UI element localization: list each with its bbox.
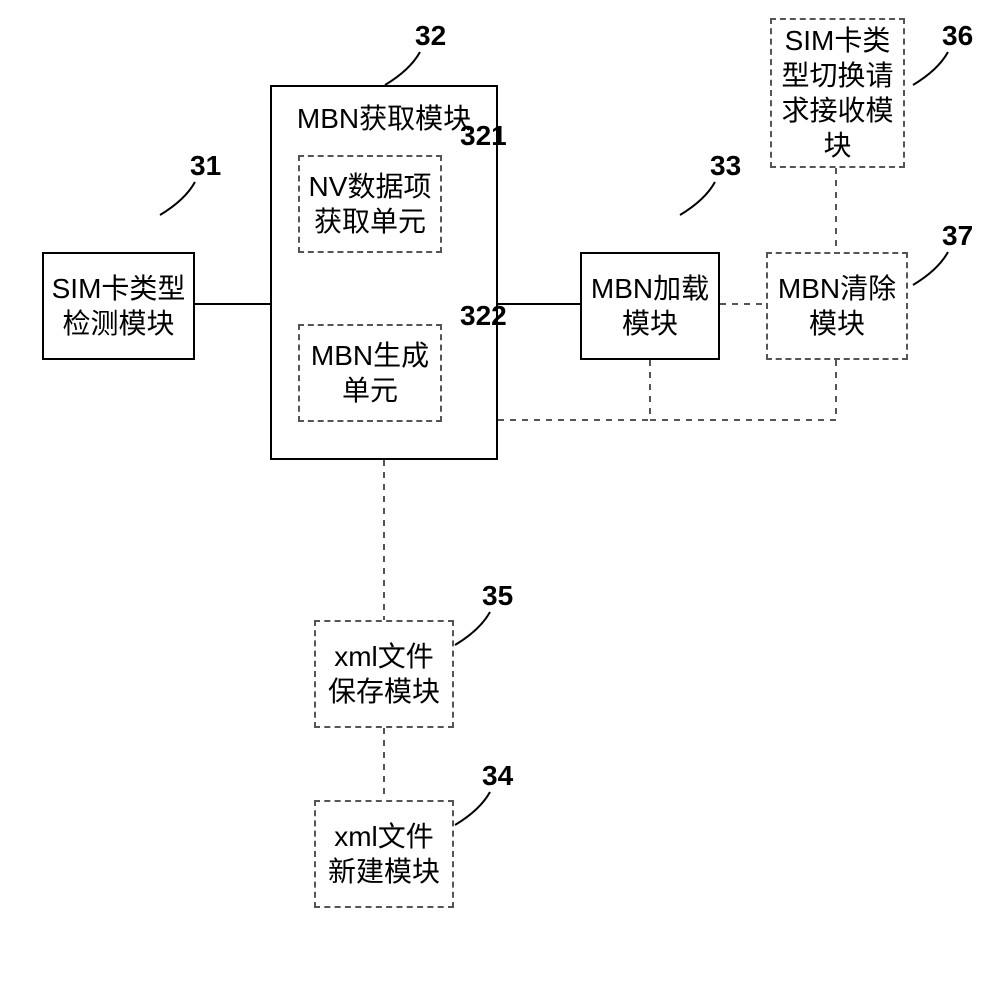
box-xml-new: xml文件新建模块	[314, 800, 454, 908]
box-xml-save-label: xml文件保存模块	[328, 639, 440, 709]
box-sim-switch-req: SIM卡类型切换请求接收模块	[770, 18, 905, 168]
box-mbn-clear-label: MBN清除模块	[778, 271, 896, 341]
leader-34: 34	[482, 760, 513, 792]
leader-31: 31	[190, 150, 221, 182]
leader-33: 33	[710, 150, 741, 182]
leader-32: 32	[415, 20, 446, 52]
diagram-canvas: SIM卡类型检测模块 31 MBN获取模块 32 NV数据项获取单元 321 M…	[0, 0, 1000, 987]
box-mbn-gen-unit-label: MBN生成单元	[311, 338, 429, 408]
leader-321: 321	[460, 120, 507, 152]
box-sim-switch-req-label: SIM卡类型切换请求接收模块	[781, 23, 893, 163]
box-mbn-clear: MBN清除模块	[766, 252, 908, 360]
box-sim-type-detect-label: SIM卡类型检测模块	[52, 271, 186, 341]
box-mbn-gen-unit: MBN生成单元	[298, 324, 442, 422]
box-nv-data-unit-label: NV数据项获取单元	[309, 169, 432, 239]
leader-37: 37	[942, 220, 973, 252]
box-xml-save: xml文件保存模块	[314, 620, 454, 728]
box-mbn-load: MBN加载模块	[580, 252, 720, 360]
leader-322: 322	[460, 300, 507, 332]
box-mbn-load-label: MBN加载模块	[591, 271, 709, 341]
box-nv-data-unit: NV数据项获取单元	[298, 155, 442, 253]
leader-36: 36	[942, 20, 973, 52]
box-sim-type-detect: SIM卡类型检测模块	[42, 252, 195, 360]
box-xml-new-label: xml文件新建模块	[328, 819, 440, 889]
leader-35: 35	[482, 580, 513, 612]
